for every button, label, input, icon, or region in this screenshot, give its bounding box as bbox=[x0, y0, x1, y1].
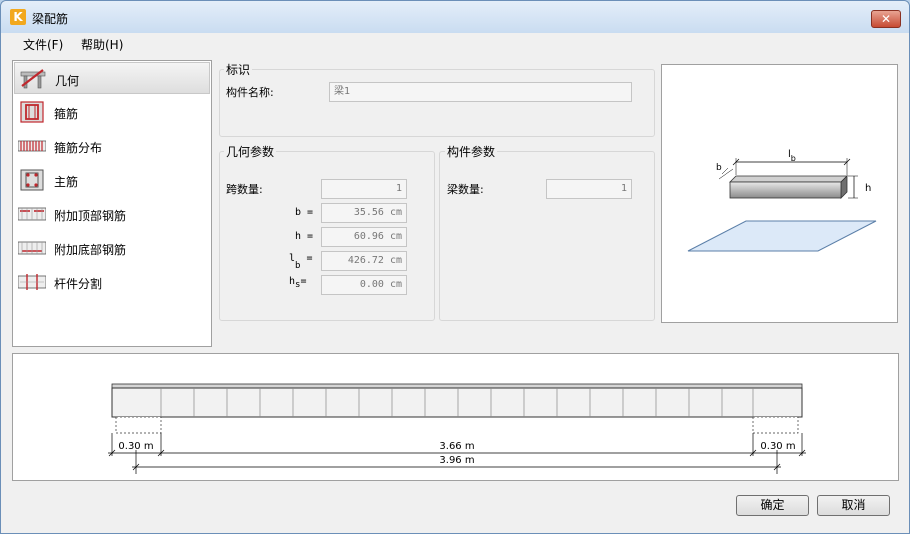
cancel-button[interactable]: 取消 bbox=[817, 495, 890, 516]
span-count-label: 跨数量: bbox=[226, 183, 263, 196]
menu-bar: 文件(F) 帮助(H) bbox=[9, 33, 901, 55]
slab-plane bbox=[687, 220, 877, 252]
stirrup-distribution-icon bbox=[18, 140, 46, 152]
lb-label: lb = bbox=[289, 253, 313, 271]
geometry-params-title: 几何参数 bbox=[224, 143, 277, 160]
stirrup-icon bbox=[20, 101, 44, 123]
member-params-group bbox=[439, 151, 655, 321]
identification-title: 标识 bbox=[224, 61, 253, 78]
b-label: b = bbox=[295, 207, 314, 218]
hs-label-eq: = bbox=[300, 276, 307, 287]
span-count-field[interactable]: 1 bbox=[321, 179, 407, 199]
member-params-title: 构件参数 bbox=[445, 143, 498, 160]
identification-group bbox=[219, 69, 655, 137]
nav-item-additional-bottom[interactable]: 附加底部钢筋 bbox=[14, 232, 210, 264]
beam-elevation-panel: 0.30 m 3.66 m 0.30 m 3.96 m bbox=[12, 353, 899, 481]
right-support bbox=[752, 416, 799, 434]
b-field[interactable]: 35.56 cm bbox=[321, 203, 407, 223]
beam-front-face bbox=[729, 181, 842, 199]
dimension-lines bbox=[108, 433, 806, 474]
dialog-window: K 梁配筋 ✕ 文件(F) 帮助(H) 几何 箍筋 箍筋分布 主筋 附加顶部钢筋… bbox=[0, 0, 910, 534]
beam-elevation-drawing: 0.30 m 3.66 m 0.30 m 3.96 m bbox=[108, 383, 806, 474]
nav-item-label: 杆件分割 bbox=[54, 277, 103, 291]
hs-field[interactable]: 0.00 cm bbox=[321, 275, 407, 295]
hs-label-sub: s bbox=[295, 280, 301, 290]
total-length-dimension: 3.96 m bbox=[439, 455, 474, 466]
nav-item-label: 附加顶部钢筋 bbox=[54, 209, 127, 223]
nav-item-stirrup[interactable]: 箍筋 bbox=[14, 96, 210, 128]
nav-item-label: 箍筋 bbox=[54, 107, 79, 121]
hs-label: hs= bbox=[289, 276, 307, 290]
nav-item-additional-top[interactable]: 附加顶部钢筋 bbox=[14, 198, 210, 230]
window-title: 梁配筋 bbox=[32, 12, 69, 26]
preview-lb-label: lb bbox=[788, 149, 796, 163]
lb-label-eq: = bbox=[300, 253, 313, 264]
nav-item-main-rebar[interactable]: 主筋 bbox=[14, 164, 210, 196]
menu-file[interactable]: 文件(F) bbox=[23, 36, 63, 53]
beam-body bbox=[111, 387, 803, 418]
menu-help[interactable]: 帮助(H) bbox=[81, 36, 123, 53]
preview-h-label: h bbox=[865, 183, 871, 194]
geometry-icon bbox=[20, 69, 46, 89]
dialog-client: 几何 箍筋 箍筋分布 主筋 附加顶部钢筋 附加底部钢筋 杆件分割 标识 构件名称… bbox=[9, 55, 901, 527]
app-logo-icon: K bbox=[10, 9, 26, 25]
beam-count-field[interactable]: 1 bbox=[546, 179, 632, 199]
close-button[interactable]: ✕ bbox=[871, 10, 901, 28]
nav-item-label: 箍筋分布 bbox=[54, 141, 103, 155]
h-label: h = bbox=[295, 231, 314, 242]
left-support bbox=[115, 416, 162, 434]
beam-top-slab bbox=[111, 383, 803, 389]
nav-item-member-split[interactable]: 杆件分割 bbox=[14, 266, 210, 298]
lb-label-sub: b bbox=[295, 261, 301, 271]
nav-item-label: 附加底部钢筋 bbox=[54, 243, 127, 257]
preview-b-label: b bbox=[716, 163, 722, 173]
nav-item-stirrup-distribution[interactable]: 箍筋分布 bbox=[14, 130, 210, 162]
main-rebar-icon bbox=[20, 169, 44, 191]
lb-field[interactable]: 426.72 cm bbox=[321, 251, 407, 271]
member-name-field[interactable]: 梁1 bbox=[329, 82, 632, 102]
category-list: 几何 箍筋 箍筋分布 主筋 附加顶部钢筋 附加底部钢筋 杆件分割 bbox=[12, 60, 212, 347]
left-support-dimension: 0.30 m bbox=[118, 441, 153, 452]
nav-item-geometry[interactable]: 几何 bbox=[14, 62, 210, 94]
title-bar: K 梁配筋 ✕ bbox=[1, 1, 909, 33]
additional-bottom-rebar-icon bbox=[18, 241, 46, 255]
additional-top-rebar-icon bbox=[18, 207, 46, 221]
member-split-icon bbox=[18, 274, 46, 290]
ok-button[interactable]: 确定 bbox=[736, 495, 809, 516]
beam-preview: lb b h bbox=[661, 64, 898, 323]
clear-span-dimension: 3.66 m bbox=[439, 441, 474, 452]
beam-top-face bbox=[729, 175, 848, 183]
beam-3d-illustration: lb b h bbox=[687, 149, 877, 252]
right-support-dimension: 0.30 m bbox=[760, 441, 795, 452]
nav-item-label: 几何 bbox=[55, 74, 80, 88]
beam-count-label: 梁数量: bbox=[447, 183, 484, 196]
h-field[interactable]: 60.96 cm bbox=[321, 227, 407, 247]
nav-item-label: 主筋 bbox=[54, 175, 79, 189]
member-name-label: 构件名称: bbox=[226, 86, 274, 99]
